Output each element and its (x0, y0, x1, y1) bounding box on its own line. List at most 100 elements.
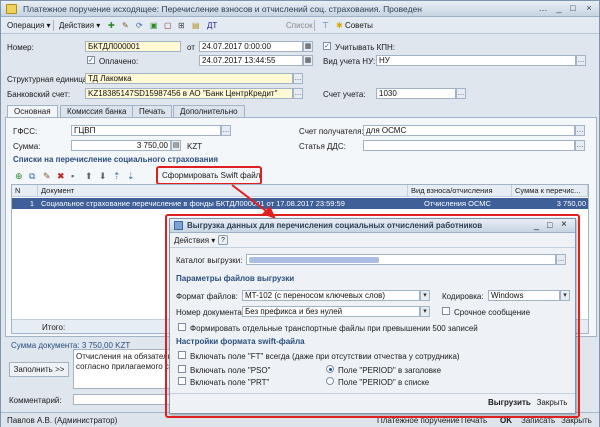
account-select-icon[interactable]: … (456, 88, 466, 99)
dialog-maximize-icon[interactable]: □ (547, 220, 552, 230)
column-header-n[interactable]: N (12, 185, 38, 197)
list-button[interactable]: Список (283, 19, 316, 32)
vid-field[interactable]: НУ (376, 55, 576, 66)
encoding-field[interactable]: Windows (488, 290, 560, 301)
close-icon[interactable]: × (583, 3, 595, 14)
paid-checkbox[interactable]: ✓ (87, 56, 95, 64)
gfss-select-icon[interactable]: … (221, 125, 231, 136)
bank-select-icon[interactable]: … (293, 88, 303, 99)
minimize-icon[interactable]: _ (553, 3, 565, 14)
gfss-field[interactable]: ГЦВП (71, 125, 221, 136)
end-edit-icon[interactable]: ▪ (71, 171, 74, 181)
refresh-icon[interactable]: ⟳ (133, 19, 146, 32)
date-picker-icon[interactable]: ▦ (303, 41, 313, 52)
close-button[interactable]: Закрыть (561, 416, 592, 425)
post-icon[interactable]: ▣ (147, 19, 161, 32)
save-button[interactable]: Записать (521, 416, 555, 425)
period-list-label: Поле "PERIOD" в списке (338, 378, 430, 387)
account-field[interactable]: 1030 (376, 88, 456, 99)
ok-button[interactable]: OK (500, 416, 512, 425)
print-button[interactable]: Печать (461, 416, 487, 425)
maximize-icon[interactable]: □ (567, 3, 579, 14)
dialog-title: Выгрузка данных для перечисления социаль… (187, 221, 483, 230)
move-down-icon[interactable]: ⬇ (99, 171, 107, 182)
swift-button[interactable]: Сформировать Swift файл (162, 171, 260, 180)
blurred-path (249, 257, 379, 263)
urgent-checkbox[interactable] (442, 307, 450, 315)
dds-select-icon[interactable]: … (575, 140, 585, 151)
movements-icon[interactable]: ▤ (189, 19, 203, 32)
advice-button[interactable]: ✱ Советы (333, 19, 376, 32)
vid-select-icon[interactable]: … (576, 55, 586, 66)
dialog-actions-menu[interactable]: Действия ▾ (174, 236, 215, 245)
sort-desc-icon[interactable]: ⇣ (127, 171, 135, 182)
sum-field[interactable]: 3 750,00 (71, 140, 171, 151)
format-field[interactable]: MT-102 (с переносом ключевых слов) (242, 290, 420, 301)
dds-field[interactable] (363, 140, 575, 151)
tab-bank-commission[interactable]: Комиссия банка (60, 105, 134, 117)
period-header-radio[interactable] (326, 365, 334, 373)
tab-additional[interactable]: Дополнительно (173, 105, 245, 117)
ft-label: Включать поле "FT" всегда (даже при отсу… (190, 352, 460, 361)
number-field[interactable]: БКТДЛ000001 (85, 41, 181, 52)
date-field[interactable]: 24.07.2017 0:00:00 (199, 41, 303, 52)
recipient-field[interactable]: для ОСМС (363, 125, 575, 136)
struct-field[interactable]: ТД Лакомка (85, 73, 293, 84)
fill-button[interactable]: Заполнить >> (9, 362, 69, 377)
unpost-icon[interactable]: ▢ (161, 19, 175, 32)
calculator-icon[interactable]: ▤ (171, 140, 181, 151)
upload-button[interactable]: Выгрузить (488, 397, 531, 410)
delete-row-icon[interactable]: ✖ (57, 171, 65, 182)
dialog-help-icon[interactable]: ? (218, 235, 228, 245)
column-header-document[interactable]: Документ (38, 185, 408, 197)
date-picker-icon[interactable]: ▦ (303, 55, 313, 66)
edit-icon[interactable]: ✎ (119, 19, 132, 32)
prt-checkbox[interactable] (178, 377, 186, 385)
struct-select-icon[interactable]: … (293, 73, 303, 84)
toolbar-separator (314, 20, 315, 31)
column-header-kind[interactable]: Вид взноса/отчисления (408, 185, 512, 197)
toolbar-separator (53, 20, 54, 31)
dialog-toolbar: Действия ▾ ? (170, 233, 575, 248)
dialog-close-icon[interactable]: × (561, 219, 567, 230)
structure-icon[interactable]: ⊞ (175, 19, 188, 32)
kpn-checkbox[interactable]: ✓ (323, 42, 331, 50)
table-row[interactable]: 1 Социальное страхование перечисление в … (12, 198, 588, 209)
column-header-sum[interactable]: Сумма к перечис... (512, 185, 588, 197)
title-bar: Платежное поручение исходящее: Перечисле… (1, 1, 599, 17)
docnum-dropdown-icon[interactable]: ▾ (420, 306, 430, 317)
catalog-field[interactable] (246, 254, 556, 265)
toolbar: Операция ▾ Действия ▾ ✚ ✎ ⟳ ▣ ▢ ⊞ ▤ ДТ С… (1, 17, 599, 34)
operation-menu[interactable]: Операция ▾ (4, 19, 54, 32)
catalog-select-icon[interactable]: … (556, 254, 566, 265)
dialog-minimize-icon[interactable]: _ (534, 220, 539, 230)
ft-checkbox[interactable] (178, 351, 186, 359)
transport-checkbox[interactable] (178, 323, 186, 331)
comment-field[interactable] (73, 394, 173, 405)
filter-icon[interactable]: ⊤ (319, 19, 332, 32)
comment-label: Комментарий: (9, 396, 62, 405)
add-row-icon[interactable]: ⊕ (15, 171, 23, 182)
dialog-close-button[interactable]: Закрыть (533, 397, 571, 410)
bank-field[interactable]: KZ18385147SD15987456 в АО "Банк ЦентрКре… (85, 88, 293, 99)
pso-checkbox[interactable] (178, 365, 186, 373)
print-doc-button[interactable]: Платежное поручение (377, 416, 460, 425)
move-up-icon[interactable]: ⬆ (85, 171, 93, 182)
encoding-dropdown-icon[interactable]: ▾ (560, 290, 570, 301)
docnum-field[interactable]: Без префикса и без нулей (242, 306, 420, 317)
recipient-select-icon[interactable]: … (575, 125, 585, 136)
format-dropdown-icon[interactable]: ▾ (420, 290, 430, 301)
status-bar: Павлов А.В. (Администратор) Платежное по… (1, 412, 599, 427)
purpose-textarea[interactable]: Отчисления на обязательно согласно прила… (73, 349, 173, 389)
edit-row-icon[interactable]: ✎ (43, 171, 51, 182)
period-list-radio[interactable] (326, 377, 334, 385)
tab-print[interactable]: Печать (132, 105, 173, 117)
sort-asc-icon[interactable]: ⇡ (113, 171, 121, 182)
add-icon[interactable]: ✚ (105, 19, 118, 32)
copy-row-icon[interactable]: ⧉ (29, 171, 35, 182)
help-window-icon[interactable]: … (537, 3, 549, 14)
paid-date-field[interactable]: 24.07.2017 13:44:55 (199, 55, 303, 66)
actions-menu[interactable]: Действия ▾ (56, 19, 103, 32)
dt-kt-icon[interactable]: ДТ (204, 19, 220, 32)
encoding-label: Кодировка: (442, 292, 484, 301)
